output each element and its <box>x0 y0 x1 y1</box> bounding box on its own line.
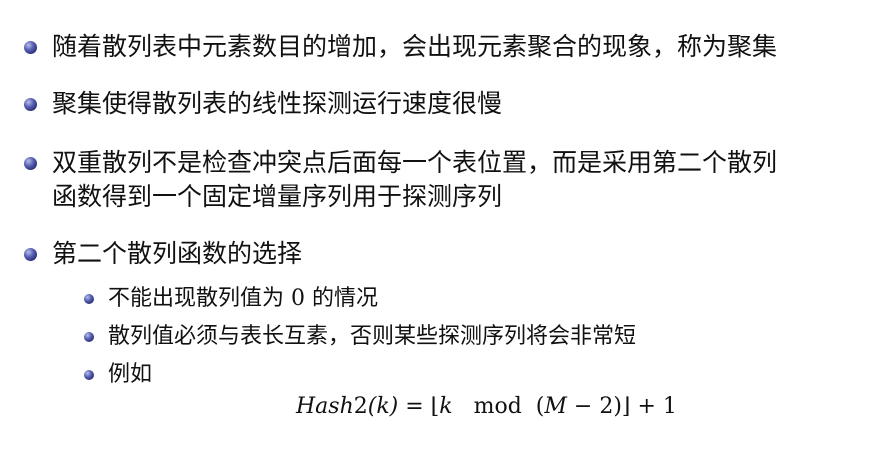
formula-func: Hash <box>296 394 354 419</box>
hash-formula: Hash2(k) = ⌊k mod (M − 2)⌋ + 1 <box>296 392 677 422</box>
subbullet-text-after: 的情况 <box>305 286 378 311</box>
bullet-icon <box>24 157 37 170</box>
subbullet-text: 散列值必须与表长互素，否则某些探测序列将会非常短 <box>108 324 637 349</box>
bullet-text-line-2: 函数得到一个固定增量序列用于探测序列 <box>52 182 503 211</box>
formula-arg: (k) <box>367 394 399 419</box>
subbullet-icon <box>84 370 94 380</box>
bullet-text: 随着散列表中元素数目的增加，会出现元素聚合的现象，称为聚集 <box>52 32 778 61</box>
subbullet-text: 不能出现散列值为 0 的情况 <box>108 284 378 314</box>
bullet-icon <box>24 248 37 261</box>
subbullet-text-before: 不能出现散列值为 <box>108 286 291 311</box>
subbullet-text: 例如 <box>108 362 153 387</box>
subbullet-icon <box>84 332 94 342</box>
bullet-text: 聚集使得散列表的线性探测运行速度很慢 <box>52 89 503 118</box>
bullet-text: 第二个散列函数的选择 <box>52 239 303 268</box>
formula-k: k <box>439 394 453 419</box>
formula-m: M <box>544 394 567 419</box>
zero-value: 0 <box>291 286 305 311</box>
formula-num: 2 <box>353 394 368 419</box>
subbullet-icon <box>84 294 94 304</box>
formula-mod: mod ( <box>452 394 545 419</box>
bullet-icon <box>24 98 37 111</box>
bullet-icon <box>24 41 37 54</box>
bullet-text-line-1: 双重散列不是检查冲突点后面每一个表位置，而是采用第二个散列 <box>52 148 778 177</box>
formula-rest: − 2)⌋ + 1 <box>566 394 677 419</box>
formula-eq: = ⌊ <box>398 394 440 419</box>
